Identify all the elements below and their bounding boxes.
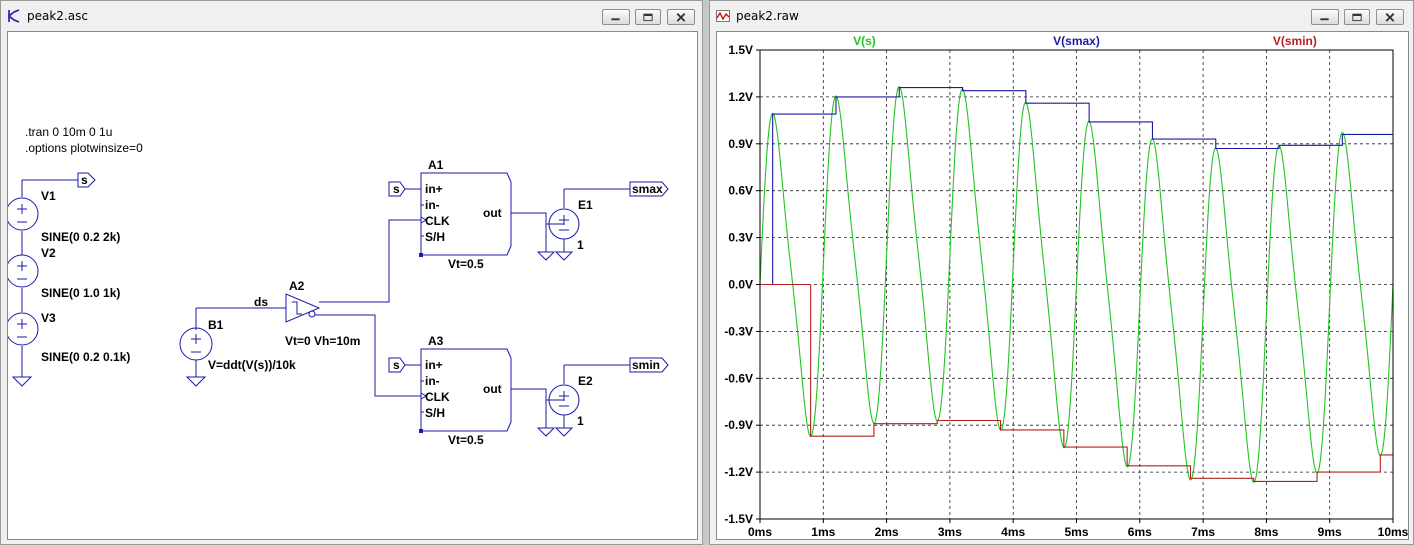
a3-pin-inp: in+ (425, 358, 443, 372)
e1-ref: E1 (578, 198, 593, 212)
schematic-drawing[interactable]: .tran 0 10m 0 1u .options plotwinsize=0 … (8, 32, 698, 540)
schematic-canvas[interactable]: .tran 0 10m 0 1u .options plotwinsize=0 … (7, 31, 698, 540)
minimize-button[interactable] (1311, 9, 1339, 25)
e1-gain: 1 (577, 238, 584, 252)
y-tick-label: -1.2V (724, 465, 753, 479)
a2-params: Vt=0 Vh=10m (285, 334, 360, 348)
y-tick-label: -0.6V (724, 371, 753, 385)
a1-net-s: s (393, 182, 400, 196)
x-tick-label: 10ms (1378, 525, 1409, 539)
maximize-button[interactable] (1344, 9, 1370, 25)
v3-value: SINE(0 0.2 0.1k) (41, 350, 130, 364)
y-tick-label: 0.6V (728, 184, 753, 198)
x-tick-label: 9ms (1318, 525, 1342, 539)
a1-out-pin: out (483, 206, 502, 220)
plot-legend: V(s) V(smax) V(smin) (853, 34, 1317, 48)
net-label-s: s (81, 173, 88, 187)
maximize-button[interactable] (635, 9, 661, 25)
schematic-window[interactable]: peak2.asc .tran 0 10m 0 1u .options plot… (0, 0, 703, 545)
y-tick-label: 1.5V (728, 43, 753, 57)
schematic-titlebar[interactable]: peak2.asc (1, 1, 702, 31)
a3-pin-sh: S/H (425, 406, 445, 420)
a3-ref: A3 (428, 334, 444, 348)
v2-ref: V2 (41, 246, 56, 260)
net-label-smin: smin (632, 358, 660, 372)
x-tick-label: 3ms (938, 525, 962, 539)
y-tick-label: 1.2V (728, 90, 753, 104)
e2-gain: 1 (577, 414, 584, 428)
a3-params: Vt=0.5 (448, 433, 484, 447)
a1-ref: A1 (428, 158, 444, 172)
schematic-app-icon (8, 9, 20, 23)
waveform-titlebar[interactable]: peak2.raw (710, 1, 1413, 31)
waveform-window[interactable]: peak2.raw 1.5V 1.2V 0.9V 0.6V 0.3V 0.0V -0.3V -… (709, 0, 1414, 545)
plot-pane[interactable]: 1.5V 1.2V 0.9V 0.6V 0.3V 0.0V -0.3V -0.6V -0.9V -… (716, 31, 1409, 540)
y-tick-label: 0.9V (728, 137, 753, 151)
minimize-icon (1320, 18, 1329, 21)
maximize-icon (1352, 13, 1362, 22)
minimize-icon (611, 18, 620, 21)
waveform-app-icon (716, 10, 730, 22)
x-tick-label: 2ms (875, 525, 899, 539)
b1-ref: B1 (208, 318, 224, 332)
schematic-window-title: peak2.asc (27, 9, 88, 23)
e2-ref: E2 (578, 374, 593, 388)
a1-pin-inn: in- (425, 198, 440, 212)
v2-value: SINE(0 1.0 1k) (41, 286, 120, 300)
waveform-window-title: peak2.raw (736, 9, 799, 23)
v3-ref: V3 (41, 311, 56, 325)
y-tick-label: 0.3V (728, 231, 753, 245)
x-tick-label: 1ms (811, 525, 835, 539)
close-button[interactable] (1376, 9, 1404, 25)
y-tick-label: -1.5V (724, 512, 753, 526)
x-tick-label: 5ms (1064, 525, 1088, 539)
y-tick-label: -0.9V (724, 418, 753, 432)
x-tick-label: 4ms (1001, 525, 1025, 539)
minimize-button[interactable] (602, 9, 630, 25)
net-label-smax: smax (632, 182, 663, 196)
a2-ref: A2 (289, 279, 305, 293)
b1-value: V=ddt(V(s))/10k (208, 358, 296, 372)
y-tick-label: -0.3V (724, 324, 753, 338)
close-button[interactable] (667, 9, 695, 25)
a3-net-s: s (393, 358, 400, 372)
a3-pin-clk: CLK (425, 390, 450, 404)
options-directive: .options plotwinsize=0 (25, 141, 143, 155)
v1-ref: V1 (41, 189, 56, 203)
x-tick-label: 6ms (1128, 525, 1152, 539)
y-axis-ticks: 1.5V 1.2V 0.9V 0.6V 0.3V 0.0V -0.3V -0.6V -0.9V -… (724, 43, 760, 526)
x-tick-label: 7ms (1191, 525, 1215, 539)
a1-params: Vt=0.5 (448, 257, 484, 271)
legend-label: V(smin) (1273, 34, 1317, 48)
a1-pin-inp: in+ (425, 182, 443, 196)
x-tick-label: 8ms (1254, 525, 1278, 539)
legend-label: V(s) (853, 34, 876, 48)
close-icon (676, 13, 686, 22)
a1-pin-sh: S/H (425, 230, 445, 244)
a1-pin-clk: CLK (425, 214, 450, 228)
y-tick-label: 0.0V (728, 278, 753, 292)
a3-pin-inn: in- (425, 374, 440, 388)
waveform-plot[interactable]: 1.5V 1.2V 0.9V 0.6V 0.3V 0.0V -0.3V -0.6V -0.9V -… (717, 32, 1409, 540)
x-tick-label: 0ms (748, 525, 772, 539)
v1-value: SINE(0 0.2 2k) (41, 230, 120, 244)
net-label-ds: ds (254, 295, 268, 309)
close-icon (1385, 13, 1395, 22)
tran-directive: .tran 0 10m 0 1u (25, 125, 112, 139)
x-axis-ticks: 0ms 1ms 2ms 3ms 4ms 5ms 6ms 7ms 8ms 9ms 10ms (748, 519, 1409, 539)
a3-out-pin: out (483, 382, 502, 396)
legend-label: V(smax) (1053, 34, 1100, 48)
maximize-icon (643, 13, 653, 22)
